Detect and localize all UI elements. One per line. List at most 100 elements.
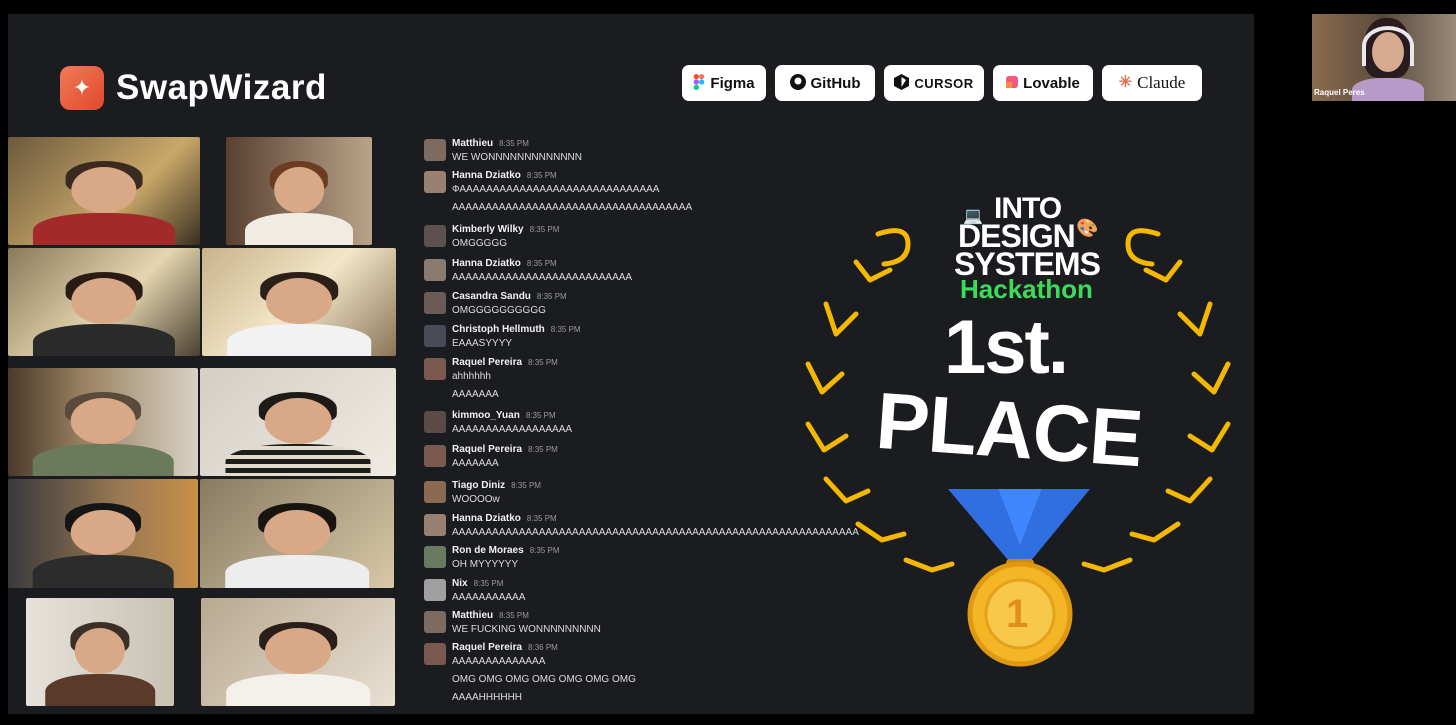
participant-face xyxy=(264,398,332,444)
github-icon xyxy=(789,74,806,92)
chat-message-text: AAAAAAA xyxy=(452,389,499,400)
chat-author[interactable]: Kimberly Wilky 8:35 PM xyxy=(452,224,559,235)
speaker-video: Raquel Peres xyxy=(1312,14,1456,101)
chat-message-text: AAAAAAAAAAA xyxy=(452,592,526,603)
chat-timestamp: 8:35 PM xyxy=(526,514,557,523)
chat-timestamp: 8:35 PM xyxy=(536,292,567,301)
participant-body xyxy=(32,323,176,356)
avatar[interactable] xyxy=(424,259,446,281)
chat-timestamp: 8:35 PM xyxy=(550,325,581,334)
chat-message-text: WE FUCKING WONNNNNNNNN xyxy=(452,624,601,635)
chat-timestamp: 8:35 PM xyxy=(529,225,560,234)
avatar[interactable] xyxy=(424,514,446,536)
chat-message-text: ФАААААААААААААААААААААААААААААА xyxy=(452,184,660,195)
chat-author[interactable]: Raquel Pereira 8:35 PM xyxy=(452,444,558,455)
chat-author-name[interactable]: Hanna Dziatko xyxy=(452,513,521,524)
avatar[interactable] xyxy=(424,579,446,601)
avatar[interactable] xyxy=(424,358,446,380)
cursor-icon xyxy=(894,74,910,92)
participant-body xyxy=(32,443,174,476)
award-place: PLACE xyxy=(873,375,1145,484)
avatar[interactable] xyxy=(424,292,446,314)
chat-author-name[interactable]: Raquel Pereira xyxy=(452,444,522,455)
chat-timestamp: 8:35 PM xyxy=(473,579,504,588)
chat-author-name[interactable]: Matthieu xyxy=(452,138,493,149)
avatar[interactable] xyxy=(424,139,446,161)
sponsor-label: GitHub xyxy=(810,74,861,92)
magic-wand-icon: ✦ xyxy=(60,66,104,110)
avatar[interactable] xyxy=(424,445,446,467)
chat-message-text: OMGGGGG xyxy=(452,238,507,249)
chat-author-name[interactable]: Kimberly Wilky xyxy=(452,224,524,235)
participant-face xyxy=(74,628,126,674)
chat-author-name[interactable]: Tiago Diniz xyxy=(452,480,505,491)
sponsor-github: GitHub xyxy=(775,65,875,101)
chat-timestamp: 8:35 PM xyxy=(526,171,557,180)
sponsor-figma: Figma xyxy=(682,65,766,101)
avatar[interactable] xyxy=(424,171,446,193)
participant-video xyxy=(8,248,200,356)
chat-author[interactable]: Hanna Dziatko 8:35 PM xyxy=(452,513,557,524)
participant-video xyxy=(202,248,396,356)
chat-timestamp: 8:35 PM xyxy=(528,445,558,454)
presentation-slide: ✦ SwapWizard Figma GitHub CURSOR Lovable… xyxy=(8,14,1254,714)
participant-body xyxy=(32,555,174,588)
participant-face xyxy=(70,398,136,444)
chat-author[interactable]: Raquel Pereira 8:36 PM xyxy=(452,642,558,653)
chat-author-name[interactable]: Raquel Pereira xyxy=(452,642,522,653)
chat-author[interactable]: kimmoo_Yuan 8:35 PM xyxy=(452,410,556,421)
lovable-icon xyxy=(1006,76,1019,90)
avatar[interactable] xyxy=(424,643,446,665)
chat-author-name[interactable]: Casandra Sandu xyxy=(452,291,531,302)
chat-author[interactable]: Hanna Dziatko 8:35 PM xyxy=(452,170,557,181)
avatar[interactable] xyxy=(424,546,446,568)
chat-author[interactable]: Matthieu 8:35 PM xyxy=(452,610,529,621)
chat-author-name[interactable]: Ron de Moraes xyxy=(452,545,524,556)
chat-author[interactable]: Hanna Dziatko 8:35 PM xyxy=(452,258,557,269)
palette-icon: 🎨 xyxy=(1076,218,1099,238)
chat-author[interactable]: Tiago Diniz 8:35 PM xyxy=(452,480,541,491)
chat-author-name[interactable]: Hanna Dziatko xyxy=(452,258,521,269)
participant-body xyxy=(226,673,370,706)
chat-author-name[interactable]: Raquel Pereira xyxy=(452,357,522,368)
laptop-icon: 💻 xyxy=(963,208,983,225)
chat-message-text: AAAAAAAAAAAAAAAAAAAAAAAAAAA xyxy=(452,272,633,283)
award-event: Hackathon xyxy=(960,274,1093,304)
avatar[interactable] xyxy=(424,611,446,633)
participant-face xyxy=(70,509,136,556)
participant-video xyxy=(8,479,198,588)
chat-message-text: ahhhhhh xyxy=(452,371,491,382)
participant-face xyxy=(265,628,331,674)
chat-author[interactable]: Raquel Pereira 8:35 PM xyxy=(452,357,558,368)
sponsor-logos: Figma GitHub CURSOR Lovable ✳ Claude xyxy=(682,65,1202,101)
participant-face xyxy=(274,167,324,213)
participant-body xyxy=(227,323,371,356)
chat-timestamp: 8:35 PM xyxy=(528,358,558,367)
chat-timestamp: 8:35 PM xyxy=(529,546,560,555)
chat-author[interactable]: Nix 8:35 PM xyxy=(452,578,503,589)
participant-body xyxy=(225,443,371,476)
avatar[interactable] xyxy=(424,481,446,503)
sponsor-cursor: CURSOR xyxy=(884,65,984,101)
chat-author-name[interactable]: Christoph Hellmuth xyxy=(452,324,545,335)
chat-author[interactable]: Ron de Moraes 8:35 PM xyxy=(452,545,559,556)
chat-author-name[interactable]: Nix xyxy=(452,578,468,589)
avatar[interactable] xyxy=(424,225,446,247)
chat-author[interactable]: Casandra Sandu 8:35 PM xyxy=(452,291,567,302)
participant-face xyxy=(71,167,137,213)
chat-message-text: OH MYYYYYY xyxy=(452,559,519,570)
chat-author-name[interactable]: kimmoo_Yuan xyxy=(452,410,520,421)
avatar[interactable] xyxy=(424,411,446,433)
chat-author-name[interactable]: Matthieu xyxy=(452,610,493,621)
chat-author[interactable]: Christoph Hellmuth 8:35 PM xyxy=(452,324,581,335)
participant-body xyxy=(244,212,354,245)
award-graphic: INTO DESIGN SYSTEMS Hackathon 1st. PLACE… xyxy=(798,174,1238,674)
avatar[interactable] xyxy=(424,325,446,347)
sponsor-label: Claude xyxy=(1137,73,1186,92)
chat-timestamp: 8:35 PM xyxy=(511,481,541,490)
chat-message-text: WE WONNNNNNNNNNNNN xyxy=(452,152,582,163)
claude-icon: ✳ xyxy=(1118,74,1133,91)
chat-author[interactable]: Matthieu 8:35 PM xyxy=(452,138,529,149)
sponsor-lovable: Lovable xyxy=(993,65,1093,101)
chat-author-name[interactable]: Hanna Dziatko xyxy=(452,170,521,181)
